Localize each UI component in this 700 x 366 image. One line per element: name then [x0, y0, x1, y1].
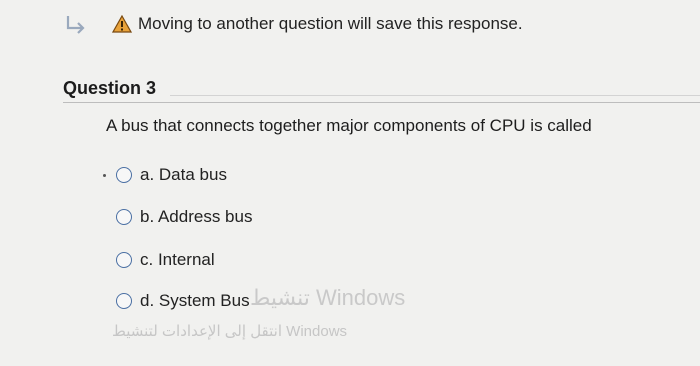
option-d-radio[interactable] [116, 293, 132, 309]
option-b-radio[interactable] [116, 209, 132, 225]
question-text: A bus that connects together major compo… [106, 116, 592, 135]
option-b-label: b. Address bus [140, 207, 253, 226]
option-c-radio[interactable] [116, 252, 132, 268]
notice-text: Moving to another question will save thi… [138, 14, 523, 33]
decorative-dot [103, 174, 106, 177]
header-divider-top [170, 95, 700, 96]
option-a[interactable]: a. Data bus [116, 165, 227, 185]
activation-watermark-subtitle: انتقل إلى الإعدادات لتنشيط Windows [112, 323, 348, 340]
return-arrow-icon [66, 16, 85, 34]
option-b[interactable]: b. Address bus [116, 207, 252, 227]
option-c[interactable]: c. Internal [116, 250, 215, 270]
option-d[interactable]: d. System Bus [116, 291, 250, 311]
option-c-label: c. Internal [140, 250, 215, 269]
save-notice: Moving to another question will save thi… [66, 14, 523, 34]
activation-watermark-title: تنشيط Windows [250, 285, 406, 310]
question-title: Question 3 [63, 78, 157, 98]
option-d-label: d. System Bus [140, 291, 250, 310]
option-a-label: a. Data bus [140, 165, 227, 184]
quiz-page: Moving to another question will save thi… [0, 0, 700, 366]
option-a-radio[interactable] [116, 167, 132, 183]
header-divider [63, 102, 700, 103]
warning-icon [112, 15, 132, 33]
